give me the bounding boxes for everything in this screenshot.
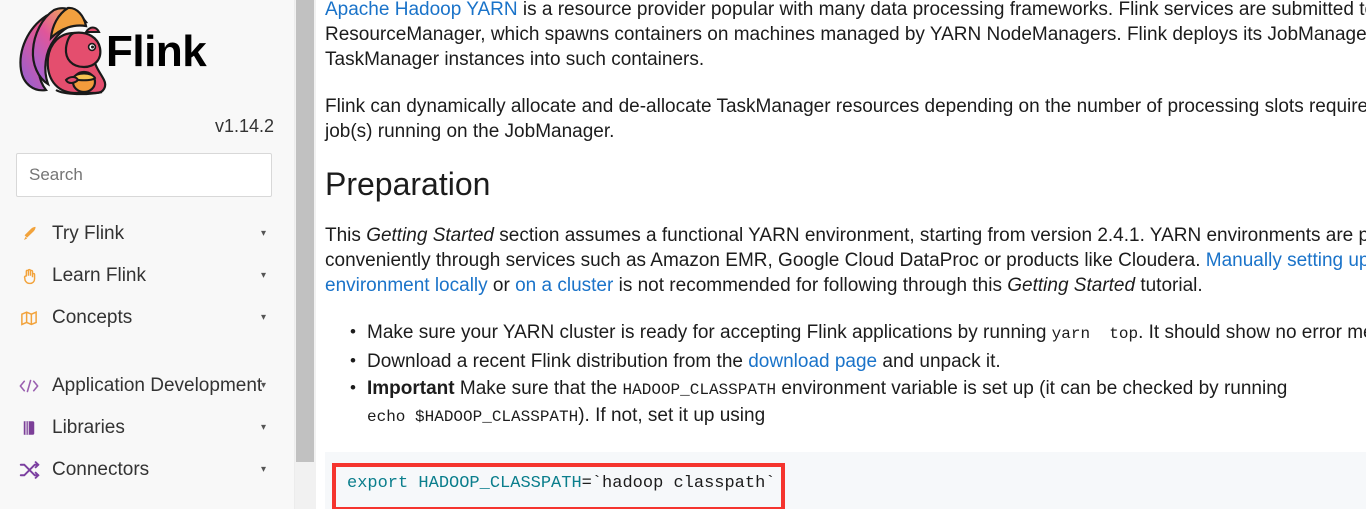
flink-docs-page: Flink v1.14.2 Try Flink ▾: [0, 0, 1366, 509]
text-fragment: is not recommended for following through…: [613, 274, 1008, 296]
text-fragment: environment variable is set up (it can b…: [776, 377, 1288, 399]
chevron-down-icon[interactable]: ▾: [261, 271, 266, 281]
inline-code-echo-hadoop-classpath: echo $HADOOP_CLASSPATH: [367, 407, 579, 426]
text-fragment: ). If not, set it up using: [578, 404, 766, 426]
sidebar-item-application-development[interactable]: Application Development ▾: [0, 365, 294, 407]
text-fragment: Download a recent Flink distribution fro…: [367, 350, 749, 372]
sidebar-item-try-flink[interactable]: Try Flink ▾: [0, 213, 294, 255]
link-on-a-cluster[interactable]: on a cluster: [515, 275, 613, 296]
emphasis-getting-started: Getting Started: [366, 224, 494, 246]
map-icon: [16, 309, 42, 328]
book-icon: [16, 419, 42, 437]
code-block-content[interactable]: export HADOOP_CLASSPATH=`hadoop classpat…: [325, 464, 1366, 504]
inline-code-hadoop-classpath: HADOOP_CLASSPATH: [622, 380, 777, 399]
code-block-export-hadoop-classpath: export HADOOP_CLASSPATH=`hadoop classpat…: [325, 451, 1366, 509]
sidebar-scrollbar[interactable]: [294, 0, 316, 509]
sidebar-item-connectors[interactable]: Connectors ▾: [0, 449, 294, 491]
version-label: v1.14.2: [214, 116, 274, 136]
text-fragment: Make sure that the: [454, 377, 623, 399]
text-fragment: tutorial.: [1135, 274, 1203, 296]
document-body: Apache Hadoop YARN is a resource provide…: [316, 0, 1366, 509]
code-token-variable: HADOOP_CLASSPATH: [418, 473, 582, 493]
text-fragment: Make sure your YARN cluster is ready for…: [367, 321, 1052, 343]
paragraph-preparation-intro: This Getting Started section assumes a f…: [325, 223, 1366, 298]
code-icon: [16, 377, 42, 395]
inline-code-yarn-top: yarn top: [1051, 324, 1139, 343]
chevron-down-icon[interactable]: ▾: [261, 465, 266, 475]
list-item: Make sure your YARN cluster is ready for…: [350, 319, 1366, 347]
preparation-checklist: Make sure your YARN cluster is ready for…: [325, 319, 1366, 430]
rocket-icon: [16, 225, 42, 244]
sidebar-item-concepts[interactable]: Concepts ▾: [0, 297, 294, 339]
sidebar-item-learn-flink[interactable]: Learn Flink ▾: [0, 255, 294, 297]
text-fragment: . It should show no error messages.: [1138, 321, 1366, 343]
shuffle-icon: [16, 461, 42, 479]
sidebar-item-label: Connectors: [52, 459, 150, 480]
text-fragment: This: [325, 224, 367, 246]
brand-header[interactable]: Flink: [0, 0, 294, 102]
nav-separator: [0, 339, 294, 365]
bold-important: Important: [367, 377, 455, 399]
sidebar-item-libraries[interactable]: Libraries ▾: [0, 407, 294, 449]
sidebar-item-label: Concepts: [52, 307, 133, 328]
sidebar-item-label: Libraries: [52, 417, 125, 438]
paragraph-yarn-intro: Apache Hadoop YARN is a resource provide…: [325, 0, 1366, 72]
sidebar-item-label: Learn Flink: [52, 265, 146, 286]
code-token-value: =`hadoop classpath`: [581, 473, 776, 493]
brand-name: Flink: [106, 27, 207, 76]
code-token-keyword: export: [347, 473, 409, 493]
search-input[interactable]: [16, 153, 272, 197]
link-apache-hadoop-yarn[interactable]: Apache Hadoop YARN: [325, 0, 518, 20]
search-container: [0, 137, 294, 197]
chevron-down-icon[interactable]: ▾: [261, 423, 266, 433]
link-download-page[interactable]: download page: [748, 351, 877, 372]
section-heading-preparation: Preparation: [325, 166, 491, 202]
sidebar: Flink v1.14.2 Try Flink ▾: [0, 0, 294, 509]
text-fragment: and unpack it.: [877, 350, 1001, 372]
hand-icon: [16, 267, 42, 286]
chevron-down-icon[interactable]: ▾: [261, 381, 266, 391]
list-item: Important Make sure that the HADOOP_CLAS…: [350, 375, 1366, 430]
text-fragment: or: [487, 274, 516, 296]
sidebar-item-label: Application Development: [52, 375, 263, 396]
emphasis-getting-started: Getting Started: [1007, 274, 1136, 296]
sidebar-nav: Try Flink ▾ Learn Flink ▾ Concepts ▾ App…: [0, 213, 294, 491]
sidebar-item-label: Try Flink: [52, 223, 125, 244]
main-content: Apache Hadoop YARN is a resource provide…: [316, 0, 1366, 509]
scrollbar-thumb[interactable]: [296, 0, 314, 462]
chevron-down-icon[interactable]: ▾: [261, 313, 266, 323]
chevron-down-icon[interactable]: ▾: [261, 229, 266, 239]
list-item: Download a recent Flink distribution fro…: [350, 348, 1366, 374]
flink-squirrel-logo-icon: [19, 6, 107, 96]
paragraph-dynamic-allocation: Flink can dynamically allocate and de-al…: [325, 96, 1366, 142]
